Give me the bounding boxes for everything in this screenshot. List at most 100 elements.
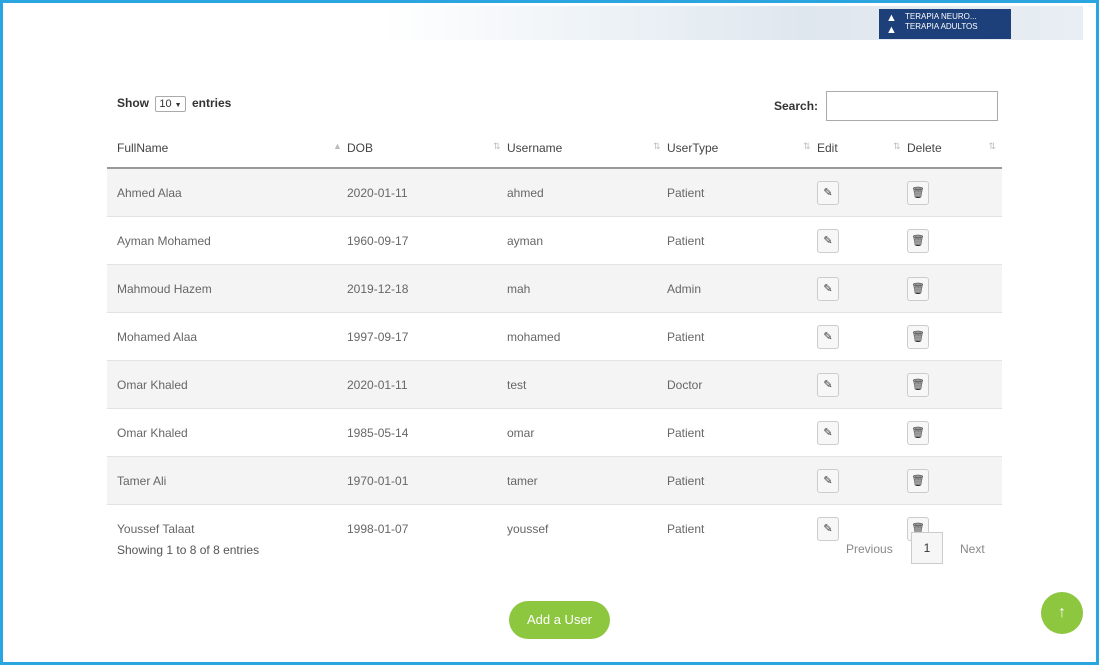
- entries-label: entries: [191, 96, 232, 110]
- sign-line-2: TERAPIA ADULTOS: [905, 22, 978, 31]
- sort-icon: ⇅: [803, 141, 811, 151]
- entries-select-value: 10: [159, 98, 172, 110]
- table-row: Ayman Mohamed 1960-09-17 ayman Patient ✎ 🗑: [107, 216, 1002, 265]
- cell-edit: ✎: [807, 408, 897, 457]
- sort-icon: ⇅: [653, 141, 661, 151]
- trash-icon[interactable]: 🗑: [907, 420, 929, 445]
- sort-icon: ⇅: [988, 141, 996, 151]
- col-header-usertype[interactable]: ⇅ UserType: [653, 129, 807, 169]
- col-header-label: Delete: [907, 141, 942, 155]
- cell-dob: 2020-01-11: [337, 167, 497, 217]
- show-label: Show: [117, 96, 149, 110]
- pencil-icon[interactable]: ✎: [817, 420, 839, 445]
- pencil-icon[interactable]: ✎: [817, 180, 839, 205]
- cell-usertype: Doctor: [657, 360, 807, 409]
- cell-usertype: Patient: [657, 408, 807, 457]
- pencil-icon[interactable]: ✎: [817, 468, 839, 493]
- cell-username: test: [497, 360, 657, 409]
- trash-icon[interactable]: 🗑: [907, 324, 929, 349]
- pencil-icon[interactable]: ✎: [817, 516, 839, 541]
- trash-icon[interactable]: 🗑: [907, 468, 929, 493]
- cell-dob: 2020-01-11: [337, 360, 497, 409]
- cell-usertype: Admin: [657, 264, 807, 313]
- cell-dob: 2019-12-18: [337, 264, 497, 313]
- cell-edit: ✎: [807, 264, 897, 313]
- sign-line-1: TERAPIA NEURO...: [905, 12, 977, 21]
- table-row: Tamer Ali 1970-01-01 tamer Patient ✎ 🗑: [107, 456, 1002, 505]
- cell-delete: 🗑: [897, 456, 1002, 505]
- search-label: Search:: [774, 99, 819, 113]
- table-row: Mohamed Alaa 1997-09-17 mohamed Patient ✎ 🗑: [107, 312, 1002, 361]
- cell-dob: 1970-01-01: [337, 456, 497, 505]
- scroll-to-top-button[interactable]: ↑: [1041, 592, 1083, 634]
- arrow-up-icon: ↑: [1058, 604, 1066, 621]
- cell-fullname: Omar Khaled: [107, 360, 337, 409]
- col-header-label: Username: [507, 141, 563, 155]
- pencil-icon[interactable]: ✎: [817, 324, 839, 349]
- search-input[interactable]: [826, 91, 998, 121]
- cell-username: mohamed: [497, 312, 657, 361]
- col-header-fullname[interactable]: FullName: [107, 129, 337, 169]
- trash-icon[interactable]: 🗑: [907, 276, 929, 301]
- trash-icon[interactable]: 🗑: [907, 228, 929, 253]
- cell-usertype: Patient: [657, 216, 807, 265]
- col-header-label: FullName: [117, 141, 169, 155]
- cell-fullname: Ahmed Alaa: [107, 167, 337, 217]
- cell-dob: 1960-09-17: [337, 216, 497, 265]
- sign-arrow-icon: ▲: [886, 24, 897, 36]
- users-table: FullName ▲ DOB ⇅ Username ⇅ UserType ⇅ Edit …: [107, 129, 1002, 552]
- cell-username: ayman: [497, 216, 657, 265]
- sort-icon: ⇅: [493, 141, 501, 151]
- cell-fullname: Tamer Ali: [107, 456, 337, 505]
- col-header-delete[interactable]: ⇅ Delete ⇅: [893, 129, 1002, 169]
- trash-icon[interactable]: 🗑: [907, 180, 929, 205]
- pencil-icon[interactable]: ✎: [817, 372, 839, 397]
- trash-icon[interactable]: 🗑: [907, 372, 929, 397]
- table-info: Showing 1 to 8 of 8 entries: [117, 543, 260, 557]
- cell-usertype: Patient: [657, 504, 807, 552]
- table-row: Ahmed Alaa 2020-01-11 ahmed Patient ✎ 🗑: [107, 167, 1002, 217]
- page-1-button[interactable]: 1: [911, 532, 943, 564]
- cell-fullname: Ayman Mohamed: [107, 216, 337, 265]
- cell-fullname: Mohamed Alaa: [107, 312, 337, 361]
- cell-usertype: Patient: [657, 456, 807, 505]
- col-header-dob[interactable]: ▲ DOB: [333, 129, 497, 169]
- cell-edit: ✎: [807, 456, 897, 505]
- cell-usertype: Patient: [657, 312, 807, 361]
- cell-edit: ✎: [807, 167, 897, 217]
- cell-delete: 🗑: [897, 264, 1002, 313]
- col-header-username[interactable]: ⇅ Username: [493, 129, 657, 169]
- table-row: Omar Khaled 1985-05-14 omar Patient ✎ 🗑: [107, 408, 1002, 457]
- add-user-button[interactable]: Add a User: [509, 601, 610, 639]
- col-header-label: DOB: [347, 141, 374, 155]
- cell-username: mah: [497, 264, 657, 313]
- cell-username: ahmed: [497, 167, 657, 217]
- table-row: Omar Khaled 2020-01-11 test Doctor ✎ 🗑: [107, 360, 1002, 409]
- cell-delete: 🗑: [897, 167, 1002, 217]
- col-header-label: Edit: [817, 141, 838, 155]
- cell-usertype: Patient: [657, 167, 807, 217]
- cell-edit: ✎: [807, 216, 897, 265]
- next-page-link[interactable]: Next: [960, 542, 985, 556]
- chevron-down-icon: ▼: [174, 102, 182, 109]
- cell-dob: 1985-05-14: [337, 408, 497, 457]
- col-header-edit[interactable]: ⇅ Edit: [803, 129, 897, 169]
- cell-fullname: Omar Khaled: [107, 408, 337, 457]
- sort-asc-icon: ▲: [333, 141, 342, 151]
- cell-dob: 1998-01-07: [337, 504, 497, 552]
- sort-icon: ⇅: [893, 141, 901, 151]
- cell-delete: 🗑: [897, 360, 1002, 409]
- entries-select[interactable]: 10 ▼: [155, 96, 186, 112]
- cell-username: youssef: [497, 504, 657, 552]
- entries-length-control: Show 10 ▼ entries: [117, 96, 231, 112]
- cell-delete: 🗑: [897, 312, 1002, 361]
- cell-username: omar: [497, 408, 657, 457]
- col-header-label: UserType: [667, 141, 719, 155]
- pencil-icon[interactable]: ✎: [817, 276, 839, 301]
- previous-page-link[interactable]: Previous: [846, 542, 893, 556]
- cell-delete: 🗑: [897, 216, 1002, 265]
- pencil-icon[interactable]: ✎: [817, 228, 839, 253]
- table-header-row: FullName ▲ DOB ⇅ Username ⇅ UserType ⇅ Edit …: [107, 129, 1002, 169]
- cell-fullname: Mahmoud Hazem: [107, 264, 337, 313]
- cell-edit: ✎: [807, 312, 897, 361]
